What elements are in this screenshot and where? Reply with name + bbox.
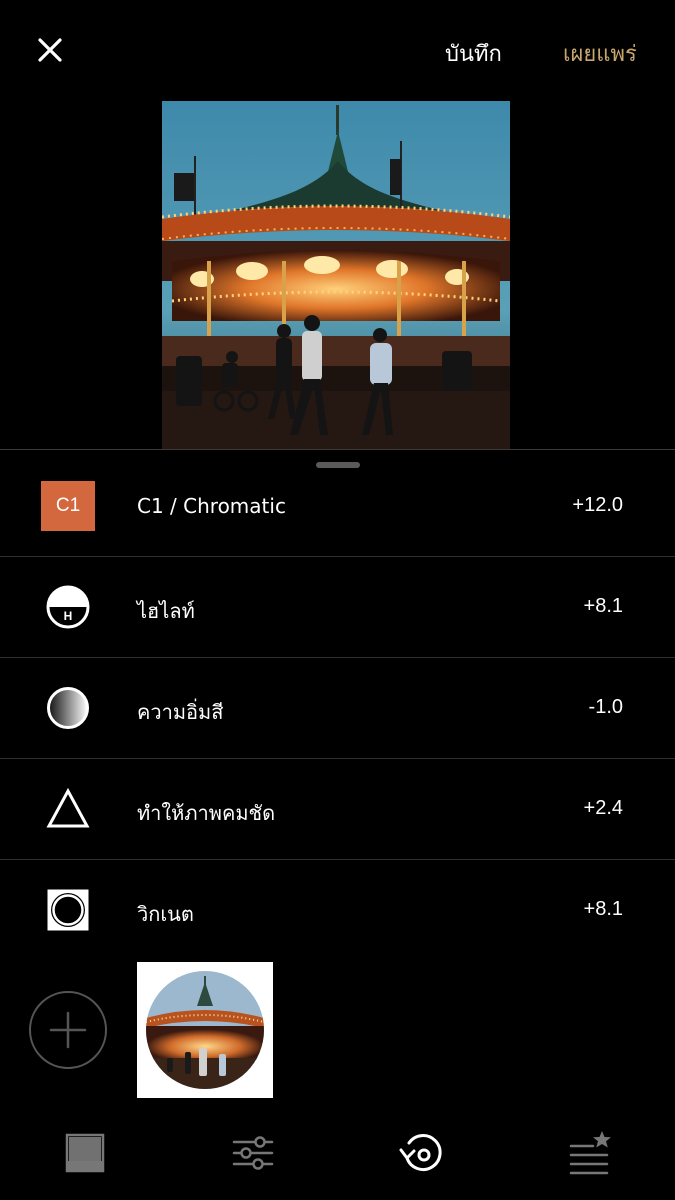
adjustment-row-vignette[interactable]: วิกเนต +8.1 <box>0 860 675 960</box>
recipes-icon <box>569 1131 611 1175</box>
adjustment-label: C1 / Chromatic <box>137 494 286 518</box>
adjustment-row-highlights[interactable]: H ไฮไลท์ +8.1 <box>0 557 675 658</box>
add-tool-button[interactable] <box>29 991 107 1069</box>
adjustment-row-preset[interactable]: C1 C1 / Chromatic +12.0 <box>0 456 675 557</box>
carousel-photo <box>162 101 510 449</box>
tab-recipes[interactable] <box>565 1128 615 1178</box>
adjustment-label: ไฮไลท์ <box>137 599 195 623</box>
publish-button[interactable]: เผยแพร่ <box>563 36 637 71</box>
adjustment-value: +2.4 <box>583 797 623 819</box>
adjustment-value: +12.0 <box>572 494 623 516</box>
overlay-thumbnail[interactable] <box>137 962 273 1098</box>
tools-sliders-icon <box>232 1136 274 1170</box>
photo-preview[interactable] <box>162 101 510 449</box>
tab-history[interactable] <box>397 1128 447 1178</box>
highlights-icon: H <box>46 585 90 629</box>
bottom-tab-bar <box>0 1110 675 1200</box>
adjustment-value: +8.1 <box>583 595 623 617</box>
adjustment-row-saturation[interactable]: ความอิ่มสี -1.0 <box>0 658 675 759</box>
adjustment-label: วิกเนต <box>137 902 194 926</box>
top-bar: บันทึก เผยแพร่ <box>0 0 675 100</box>
tab-tools[interactable] <box>228 1128 278 1178</box>
adjustment-label: ความอิ่มสี <box>137 700 224 724</box>
adjustment-value: -1.0 <box>588 696 623 718</box>
adjustment-value: +8.1 <box>583 898 623 920</box>
save-button[interactable]: บันทึก <box>445 36 502 71</box>
circular-photo-thumbnail <box>146 971 264 1089</box>
adjustment-label: ทำให้ภาพคมชัด <box>137 801 276 825</box>
c1-preset-badge: C1 <box>41 481 95 531</box>
close-button[interactable] <box>34 34 66 66</box>
panel-divider <box>0 449 675 450</box>
presets-icon <box>65 1133 105 1173</box>
vignette-icon <box>47 889 89 931</box>
tab-presets[interactable] <box>60 1128 110 1178</box>
plus-icon <box>49 1011 87 1049</box>
highlights-icon-letter: H <box>64 609 73 623</box>
saturation-icon <box>47 687 89 729</box>
adjustment-row-sharpen[interactable]: ทำให้ภาพคมชัด +2.4 <box>0 759 675 860</box>
history-icon <box>399 1134 442 1171</box>
sharpen-icon <box>46 787 90 828</box>
adjustment-list: C1 C1 / Chromatic +12.0 H ไฮไลท์ +8.1 คว… <box>0 456 675 960</box>
close-icon <box>38 38 62 62</box>
